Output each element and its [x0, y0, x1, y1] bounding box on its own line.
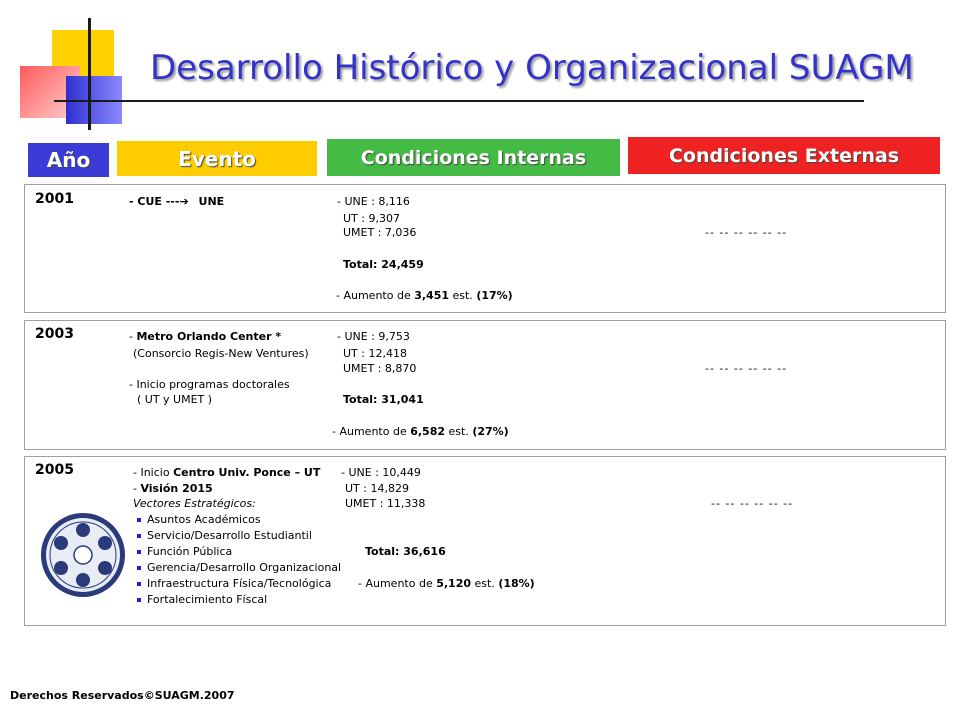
stat-total: Total: 31,041 — [343, 393, 424, 406]
stat-umet: UMET : 7,036 — [343, 226, 417, 239]
stat-increase: - Aumento de 3,451 est. (17%) — [336, 289, 513, 302]
header-external-conditions: Condiciones Externas — [628, 137, 940, 174]
header-year: Año — [28, 143, 109, 177]
bullet-icon — [137, 582, 141, 586]
external-conditions: -- -- -- -- -- -- — [711, 497, 794, 510]
bullet-icon — [137, 518, 141, 522]
logo-vertical-line — [88, 18, 91, 130]
stat-une: - UNE : 8,116 — [337, 195, 410, 208]
external-conditions: -- -- -- -- -- -- — [705, 226, 788, 239]
event-line: - Visión 2015 — [133, 482, 213, 495]
row-year: 2001 — [35, 191, 74, 207]
arrow-right-icon: ➔ — [179, 195, 189, 208]
footer-copyright: Derechos Reservados©SUAGM.2007 — [10, 689, 235, 702]
stat-une: - UNE : 10,449 — [341, 466, 421, 479]
external-conditions: -- -- -- -- -- -- — [705, 362, 788, 375]
stat-increase: - Aumento de 5,120 est. (18%) — [358, 577, 535, 590]
header-event: Evento — [117, 141, 317, 176]
row-2005: 2005 - Inicio Centro Univ. Ponce – UT - … — [24, 456, 946, 626]
page-title: Desarrollo Histórico y Organizacional SU… — [150, 48, 914, 88]
event-line: (Consorcio Regis-New Ventures) — [133, 347, 309, 360]
header-internal-conditions: Condiciones Internas — [327, 139, 620, 176]
row-year: 2005 — [35, 462, 74, 478]
stat-ut: UT : 9,307 — [343, 212, 400, 225]
bullet-icon — [137, 550, 141, 554]
stat-total: Total: 36,616 — [365, 545, 446, 558]
title-underline — [54, 100, 864, 102]
event-line: ( UT y UMET ) — [137, 393, 213, 406]
stat-umet: UMET : 8,870 — [343, 362, 417, 375]
stat-umet: UMET : 11,338 — [345, 497, 426, 510]
stat-increase: - Aumento de 6,582 est. (27%) — [332, 425, 509, 438]
vector-item: Servicio/Desarrollo Estudiantil — [137, 529, 312, 542]
stat-total: Total: 24,459 — [343, 258, 424, 271]
event-line: Vectores Estratégicos: — [133, 497, 256, 510]
event-line: - CUE ---➔ UNE — [129, 195, 225, 208]
row-year: 2003 — [35, 326, 74, 342]
vector-item: Asuntos Académicos — [137, 513, 261, 526]
bullet-icon — [137, 598, 141, 602]
vector-item: Función Pública — [137, 545, 232, 558]
stat-ut: UT : 12,418 — [343, 347, 407, 360]
vision-2015-emblem — [41, 513, 125, 597]
bullet-icon — [137, 534, 141, 538]
vector-item: Fortalecimiento Físcal — [137, 593, 267, 606]
event-line: - Metro Orlando Center * — [129, 330, 282, 343]
stat-ut: UT : 14,829 — [345, 482, 409, 495]
vector-item: Infraestructura Física/Tecnológica — [137, 577, 331, 590]
bullet-icon — [137, 566, 141, 570]
event-line: - Inicio Centro Univ. Ponce – UT — [133, 466, 321, 479]
row-2001: 2001 - CUE ---➔ UNE - UNE : 8,116 UT : 9… — [24, 184, 946, 313]
row-2003: 2003 - Metro Orlando Center * (Consorcio… — [24, 320, 946, 450]
vector-item: Gerencia/Desarrollo Organizacional — [137, 561, 341, 574]
event-line: - Inicio programas doctorales — [129, 378, 290, 391]
stat-une: - UNE : 9,753 — [337, 330, 410, 343]
